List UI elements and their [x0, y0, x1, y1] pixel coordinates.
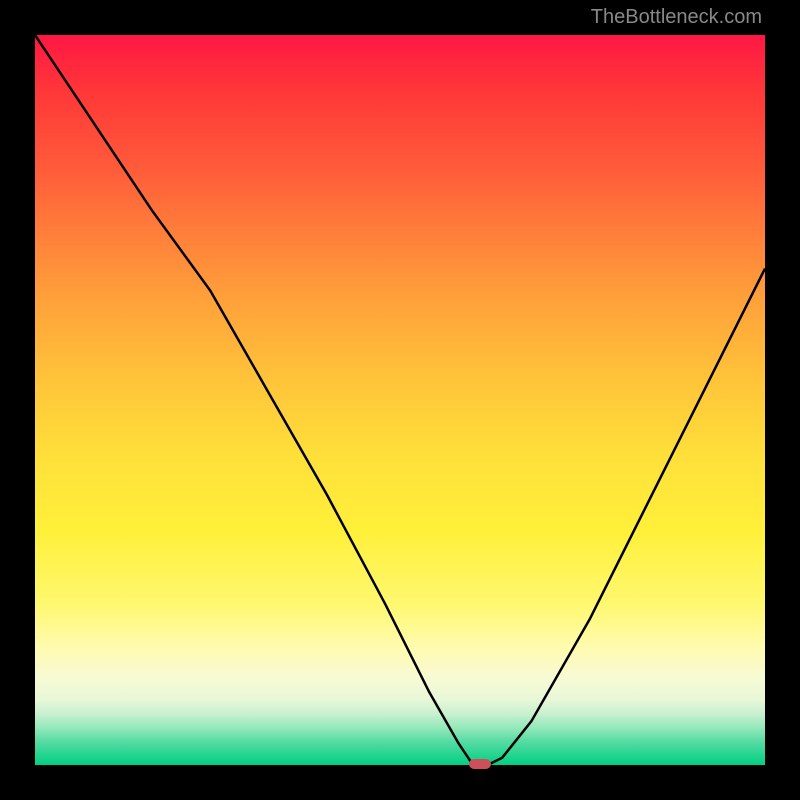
watermark-text: TheBottleneck.com	[591, 6, 762, 29]
plot-area	[35, 35, 765, 765]
chart-container: TheBottleneck.com	[0, 0, 800, 800]
curve-svg	[35, 35, 765, 765]
optimal-marker-icon	[469, 759, 491, 769]
bottleneck-curve-line	[35, 35, 765, 765]
